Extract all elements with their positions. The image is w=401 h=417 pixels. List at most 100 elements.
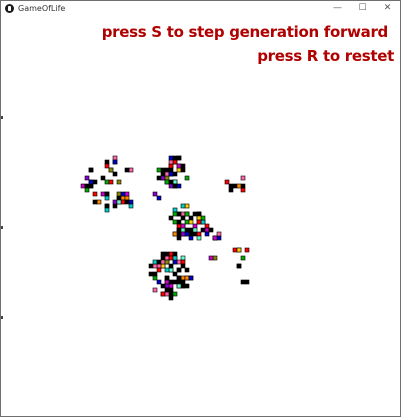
live-cell (176, 235, 182, 241)
live-cell (152, 287, 158, 293)
game-canvas[interactable]: press S to step generation forward press… (1, 16, 400, 416)
live-cell (104, 191, 110, 197)
live-cell (184, 219, 190, 225)
live-cell (200, 219, 206, 225)
live-cell (152, 259, 158, 265)
live-cell (152, 275, 158, 281)
live-cell (184, 283, 190, 289)
live-cell (164, 251, 170, 257)
reset-instruction: press R to restet (257, 47, 394, 65)
live-cell (168, 263, 174, 269)
live-cell (232, 183, 238, 189)
live-cell (184, 175, 190, 181)
live-cell (172, 291, 178, 297)
live-cell (228, 187, 234, 193)
title-bar[interactable]: GameOfLife — ☐ ✕ (1, 1, 400, 16)
live-cell (172, 207, 178, 213)
live-cell (176, 279, 182, 285)
live-cell (116, 179, 122, 185)
live-cell (100, 175, 106, 181)
live-cell (116, 191, 122, 197)
live-cell (156, 175, 162, 181)
close-button[interactable]: ✕ (375, 1, 400, 16)
window-controls: — ☐ ✕ (325, 1, 400, 16)
live-cell (160, 259, 166, 265)
live-cell (160, 255, 166, 261)
live-cell (172, 279, 178, 285)
live-cell (156, 267, 162, 273)
live-cell (84, 187, 90, 193)
live-cell (208, 227, 214, 233)
live-cell (204, 223, 210, 229)
live-cell (236, 263, 242, 269)
live-cell (176, 167, 182, 173)
live-cell (176, 231, 182, 237)
live-cell (152, 263, 158, 269)
live-cell (100, 191, 106, 197)
live-cell (112, 155, 118, 161)
live-cell (184, 211, 190, 217)
live-cell (228, 183, 234, 189)
live-cell (164, 259, 170, 265)
live-cell (180, 167, 186, 173)
live-cell (112, 203, 118, 209)
live-cell (180, 163, 186, 169)
live-cell (156, 263, 162, 269)
window-title: GameOfLife (18, 4, 66, 13)
live-cell (180, 215, 186, 221)
live-cell (164, 171, 170, 177)
live-cell (164, 279, 170, 285)
live-cell (240, 175, 246, 181)
live-cell (160, 283, 166, 289)
live-cell (188, 275, 194, 281)
live-cell (172, 231, 178, 237)
live-cell (184, 275, 190, 281)
live-cell (172, 171, 178, 177)
live-cell (180, 275, 186, 281)
live-cell (156, 279, 162, 285)
live-cell (180, 283, 186, 289)
minimize-button[interactable]: — (325, 1, 350, 16)
live-cell (196, 231, 202, 237)
live-cell (180, 211, 186, 217)
live-cell (244, 279, 250, 285)
live-cell (188, 215, 194, 221)
live-cell (112, 199, 118, 205)
live-cell (164, 255, 170, 261)
live-cell (80, 183, 86, 189)
live-cell (88, 179, 94, 185)
live-cell (164, 175, 170, 181)
live-cell (200, 215, 206, 221)
live-cell (180, 231, 186, 237)
live-cell (196, 211, 202, 217)
live-cell (224, 179, 230, 185)
game-of-life-window: GameOfLife — ☐ ✕ press S to step generat… (0, 0, 401, 417)
live-cell (236, 247, 242, 253)
live-cell (164, 275, 170, 281)
live-cell (164, 167, 170, 173)
live-cell (240, 183, 246, 189)
live-cell (208, 255, 214, 261)
live-cell (168, 155, 174, 161)
live-cell (160, 167, 166, 173)
live-cell (152, 271, 158, 277)
live-cell (168, 291, 174, 297)
live-cell (172, 251, 178, 257)
live-cell (236, 183, 242, 189)
live-cell (172, 259, 178, 265)
live-cell (168, 159, 174, 165)
step-instruction: press S to step generation forward (101, 23, 389, 41)
live-cell (184, 267, 190, 273)
cell-grid[interactable] (1, 16, 400, 416)
live-cell (160, 171, 166, 177)
live-cell (116, 199, 122, 205)
live-cell (196, 219, 202, 225)
maximize-button[interactable]: ☐ (350, 1, 375, 16)
live-cell (176, 267, 182, 273)
live-cell (160, 251, 166, 257)
live-cell (168, 183, 174, 189)
live-cell (172, 159, 178, 165)
live-cell (168, 267, 174, 273)
live-cell (112, 171, 118, 177)
live-cell (204, 231, 210, 237)
